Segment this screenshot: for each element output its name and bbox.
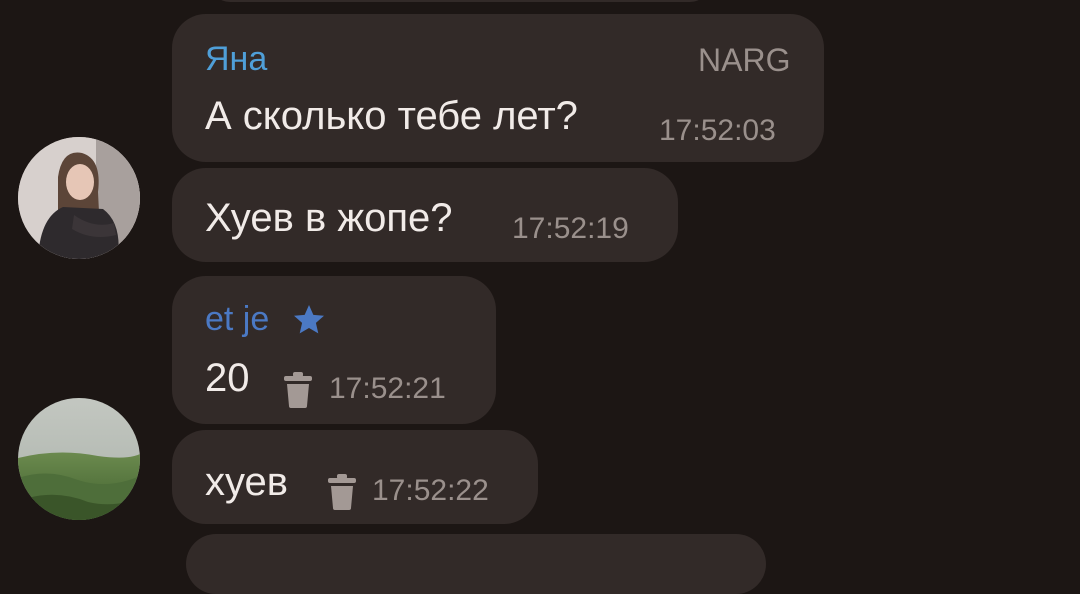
sender-name[interactable]: et je <box>205 300 269 339</box>
message-text: А сколько тебе лет? <box>205 94 578 138</box>
avatar-girl-photo[interactable] <box>18 137 140 259</box>
sender-name[interactable]: Яна <box>205 40 267 79</box>
trash-icon[interactable] <box>284 372 312 413</box>
message-time: 17:52:19 <box>512 212 629 245</box>
message-bubble-2[interactable]: Хуев в жопе? 17:52:19 <box>172 168 678 262</box>
star-icon <box>290 302 328 343</box>
message-bubble-1[interactable]: Яна NARG А сколько тебе лет? 17:52:03 <box>172 14 824 162</box>
message-text: хуев <box>205 460 289 504</box>
message-time: 17:52:22 <box>372 474 489 507</box>
message-bubble-3[interactable]: et je 20 17:52:21 <box>172 276 496 424</box>
message-text: Хуев в жопе? <box>205 196 453 240</box>
message-time: 17:52:03 <box>659 114 776 147</box>
trash-icon[interactable] <box>328 474 356 515</box>
sender-tag: NARG <box>698 42 791 78</box>
previous-message-bubble <box>210 0 710 2</box>
message-bubble-4[interactable]: хуев 17:52:22 <box>172 430 538 524</box>
next-message-bubble[interactable] <box>186 534 766 594</box>
message-text: 20 <box>205 356 250 400</box>
avatar-landscape-photo[interactable] <box>18 398 140 520</box>
message-time: 17:52:21 <box>329 372 446 405</box>
